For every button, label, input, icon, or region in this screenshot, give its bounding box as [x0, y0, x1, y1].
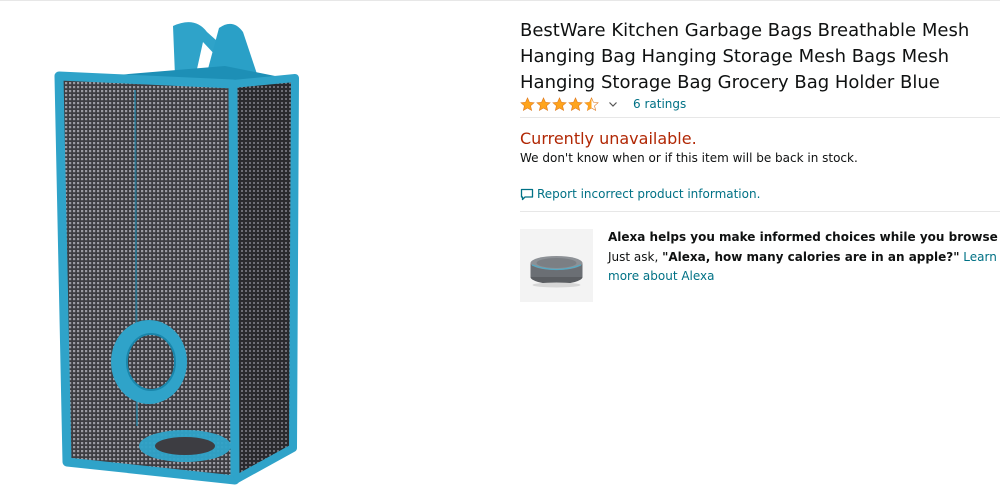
- product-image[interactable]: [45, 18, 315, 498]
- star-full-icon: [568, 96, 583, 111]
- top-border: [0, 0, 1000, 1]
- star-full-icon: [536, 96, 551, 111]
- star-full-icon: [520, 96, 535, 111]
- star-full-icon: [552, 96, 567, 111]
- echo-dot-image: [520, 229, 593, 302]
- divider: [520, 117, 1000, 118]
- alexa-prefix: Just ask,: [608, 250, 663, 264]
- ratings-count-link[interactable]: 6 ratings: [633, 97, 686, 111]
- alexa-description: Just ask, "Alexa, how many calories are …: [608, 248, 998, 285]
- star-half-icon: [584, 96, 599, 111]
- divider: [520, 211, 1000, 212]
- star-rating[interactable]: [520, 96, 599, 112]
- rating-row[interactable]: 6 ratings: [520, 95, 686, 113]
- alexa-query: "Alexa, how many calories are in an appl…: [662, 250, 960, 264]
- alexa-heading: Alexa helps you make informed choices wh…: [608, 230, 998, 244]
- speech-bubble-icon: [520, 188, 534, 200]
- product-title: BestWare Kitchen Garbage Bags Breathable…: [520, 20, 970, 93]
- report-incorrect-info-link[interactable]: Report incorrect product information.: [520, 187, 760, 201]
- availability-status: Currently unavailable.: [520, 129, 697, 148]
- chevron-down-icon[interactable]: [609, 101, 617, 107]
- report-link-label[interactable]: Report incorrect product information.: [537, 187, 760, 201]
- echo-dot-icon: [530, 256, 583, 288]
- availability-note: We don't know when or if this item will …: [520, 151, 858, 165]
